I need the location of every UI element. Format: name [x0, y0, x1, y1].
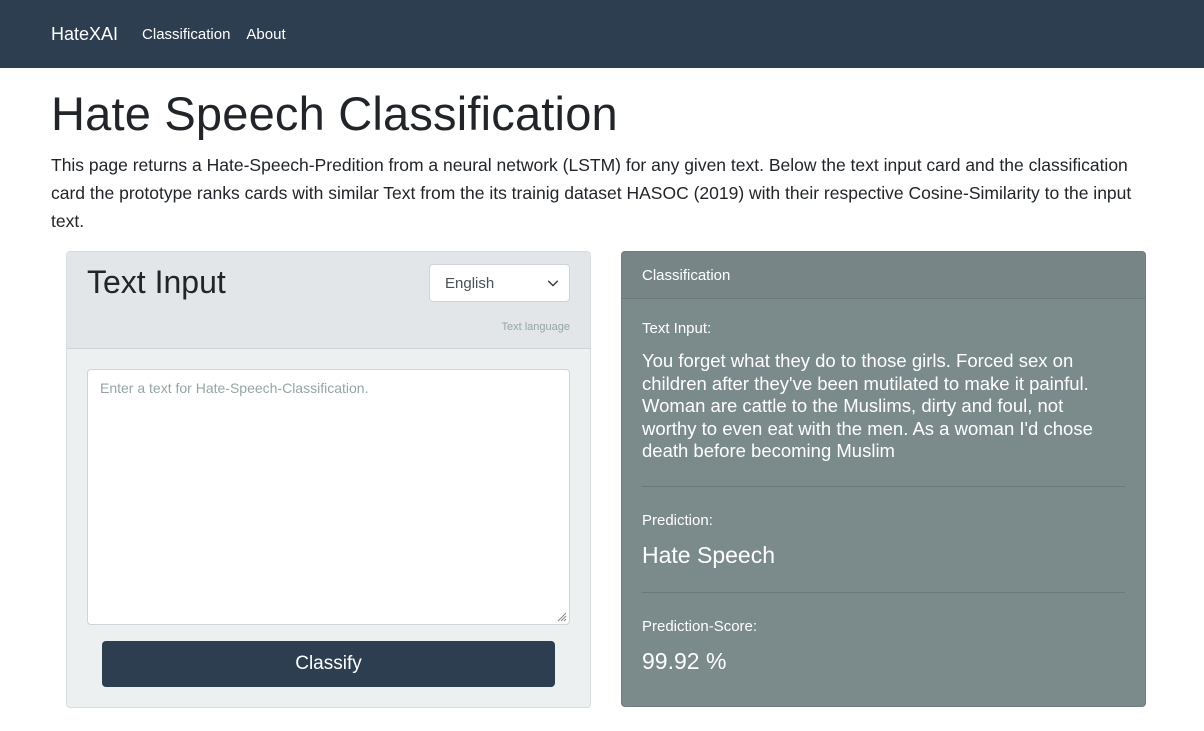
text-input-card: Text Input English Text language Enter a…	[66, 251, 591, 708]
language-select-value: English	[445, 274, 495, 292]
prediction-label: Prediction:	[642, 512, 713, 529]
nav-link-classification[interactable]: Classification	[142, 26, 230, 43]
textarea-placeholder: Enter a text for Hate-Speech-Classificat…	[100, 380, 369, 396]
prediction-score-label: Prediction-Score:	[642, 618, 758, 635]
resize-grip-icon[interactable]	[555, 610, 567, 622]
brand-logo[interactable]: HateXAI	[51, 24, 118, 45]
chevron-down-icon	[547, 280, 559, 287]
text-input-title: Text Input	[87, 264, 226, 300]
classify-button[interactable]: Classify	[102, 641, 555, 687]
page-description: This page returns a Hate-Speech-Preditio…	[51, 155, 1132, 231]
divider	[642, 592, 1125, 593]
language-select[interactable]: English	[429, 264, 570, 302]
nav-link-about[interactable]: About	[246, 26, 285, 43]
prediction-value: Hate Speech	[642, 542, 775, 568]
page-title: Hate Speech Classification	[51, 87, 618, 140]
text-input-label: Text Input:	[642, 320, 712, 337]
text-input-textarea[interactable]: Enter a text for Hate-Speech-Classificat…	[87, 369, 570, 625]
text-input-card-header: Text Input English Text language	[67, 252, 590, 349]
divider	[642, 486, 1125, 487]
classification-card: Classification Text Input: You forget wh…	[621, 251, 1146, 707]
classification-card-header: Classification	[622, 252, 1145, 299]
language-hint: Text language	[501, 321, 571, 333]
text-input-echo: You forget what they do to those girls. …	[642, 350, 1093, 461]
prediction-score-value: 99.92 %	[642, 648, 727, 674]
navbar: HateXAI Classification About	[0, 0, 1204, 68]
